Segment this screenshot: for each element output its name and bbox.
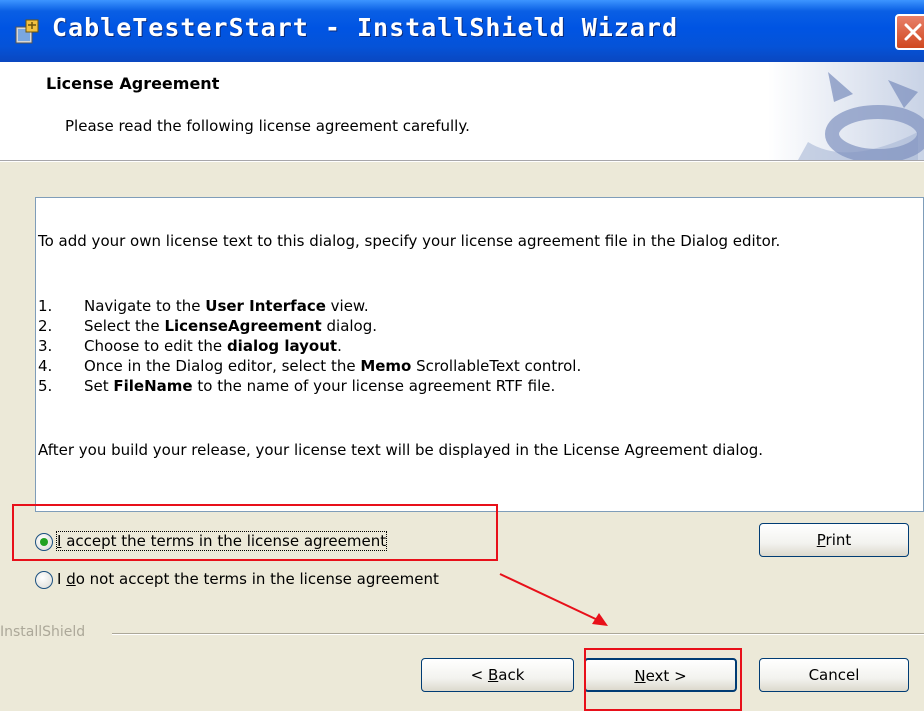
annotation-arrow-icon [499,573,608,626]
